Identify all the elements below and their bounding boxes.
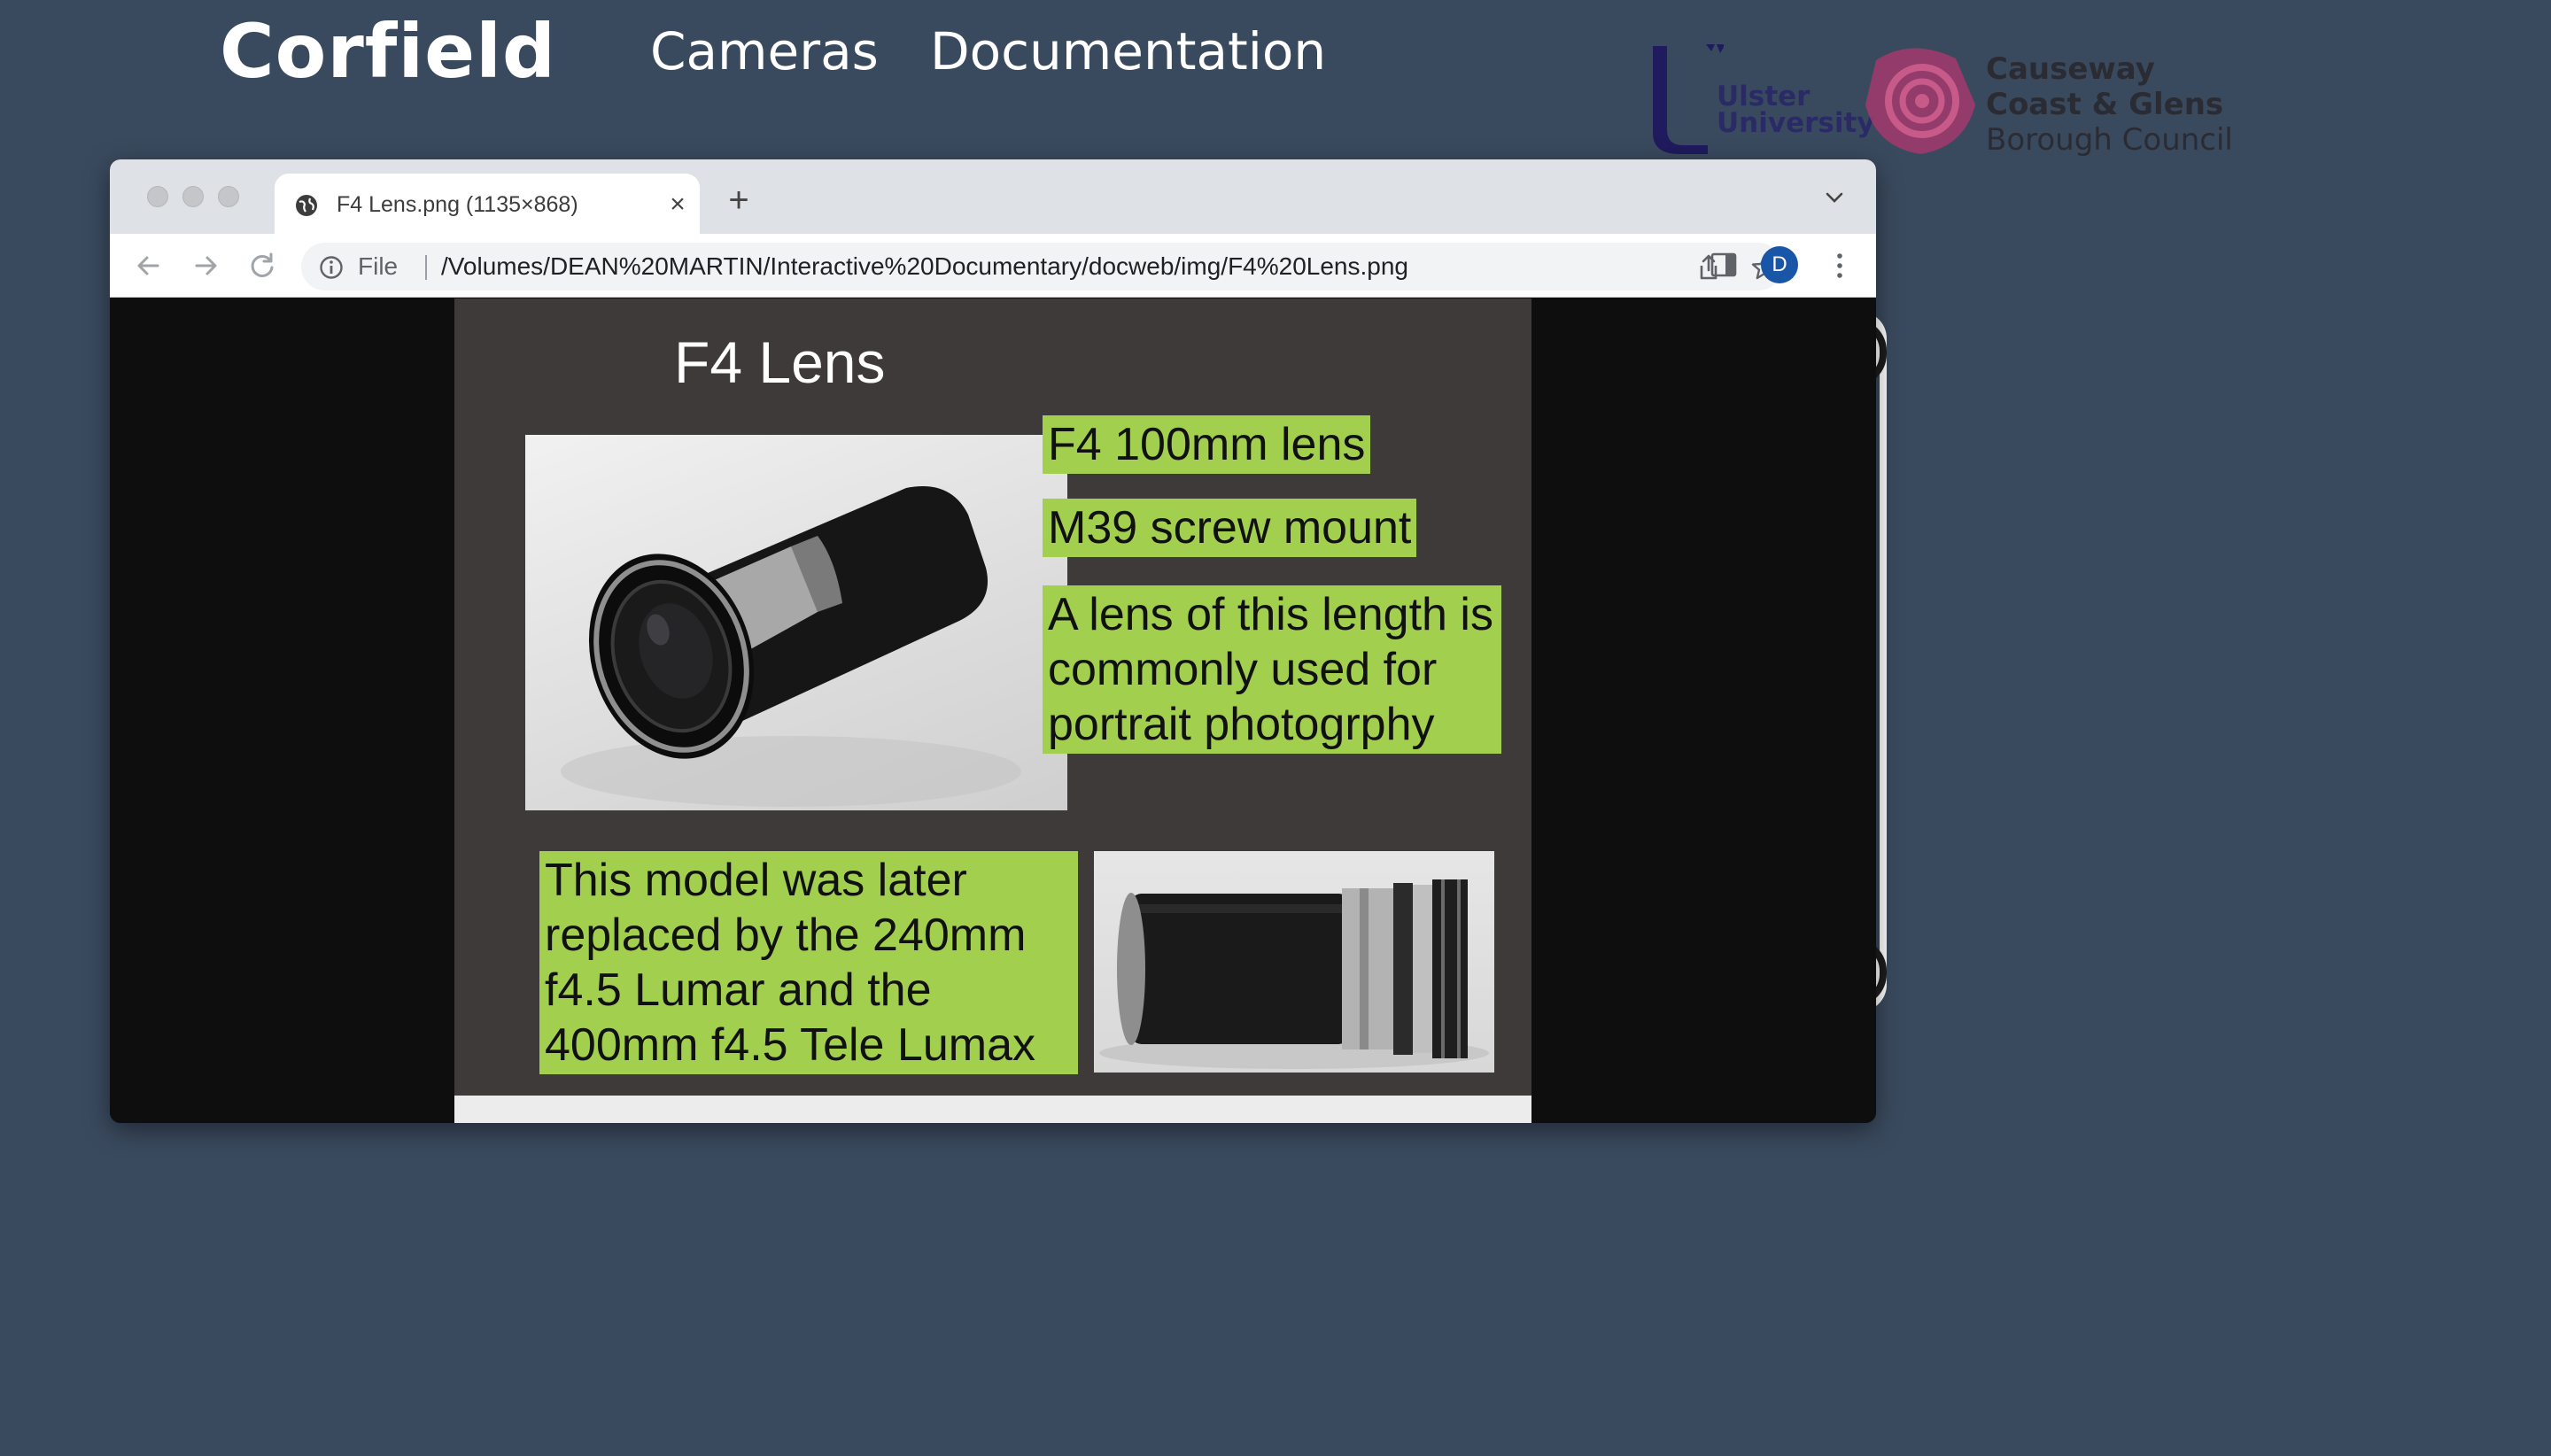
mount-label: M39 screw mount (1043, 499, 1417, 557)
lens-photo-side (1094, 851, 1494, 1073)
slide-title: F4 Lens (674, 329, 886, 395)
council-line-1: Causeway (1986, 51, 2155, 87)
address-bar[interactable]: File /Volumes/DEAN%20MARTIN/Interactive%… (301, 243, 1782, 290)
nav-cameras[interactable]: Cameras (650, 16, 879, 87)
council-spiral-icon (1865, 48, 1975, 155)
new-tab-button[interactable]: + (721, 182, 756, 218)
usage-note-label: A lens of this length is commonly used f… (1043, 585, 1501, 754)
ulster-line-1: Ulster (1717, 81, 1811, 112)
browser-toolbar: File /Volumes/DEAN%20MARTIN/Interactive%… (110, 234, 1876, 298)
lens-photo-front (525, 435, 1067, 810)
brand-logo[interactable]: Corfield (220, 7, 556, 96)
slide-image: F4 Lens F4 100mm lens M39 screw mount A … (454, 298, 1531, 1111)
active-tab[interactable]: F4 Lens.png (1135×868) × (275, 174, 700, 234)
side-panel-icon[interactable] (1710, 252, 1738, 278)
globe-icon (296, 195, 317, 216)
nav-documentation[interactable]: Documentation (930, 16, 1326, 87)
window-minimize-button[interactable] (182, 186, 204, 207)
info-icon[interactable] (319, 255, 344, 280)
more-menu-icon[interactable] (1834, 252, 1846, 280)
ulster-university-logo: Ulster University (1644, 41, 1875, 159)
council-logo: Causeway Coast & Glens Borough Council (1858, 43, 2248, 167)
ulster-mark-icon (1653, 44, 1724, 154)
image-viewport: F4 Lens F4 100mm lens M39 screw mount A … (110, 298, 1876, 1123)
ulster-line-2: University (1717, 107, 1875, 139)
window-close-button[interactable] (147, 186, 168, 207)
browser-window: F4 Lens.png (1135×868) × + File /Volumes… (110, 159, 1876, 1123)
lens-illustration-front (561, 486, 1021, 807)
council-line-2: Coast & Glens (1986, 87, 2224, 122)
profile-avatar[interactable]: D (1761, 246, 1798, 283)
tab-bar: F4 Lens.png (1135×868) × + (110, 159, 1876, 234)
lens-illustration-side (1099, 879, 1489, 1069)
chevron-down-icon[interactable] (1823, 186, 1846, 209)
url-text[interactable]: /Volumes/DEAN%20MARTIN/Interactive%20Doc… (441, 253, 1408, 280)
tab-title: F4 Lens.png (1135×868) (337, 192, 578, 217)
slide-bottom-strip (454, 1096, 1531, 1123)
window-maximize-button[interactable] (218, 186, 239, 207)
tab-close-icon[interactable]: × (663, 190, 693, 220)
history-note-label: This model was later replaced by the 240… (539, 851, 1078, 1074)
back-arrow-icon[interactable] (133, 250, 165, 282)
council-line-3: Borough Council (1986, 122, 2233, 158)
address-separator (425, 255, 427, 280)
forward-arrow-icon[interactable] (190, 250, 221, 282)
lens-spec-label: F4 100mm lens (1043, 415, 1371, 474)
scheme-label: File (358, 252, 399, 280)
reload-icon[interactable] (246, 250, 278, 282)
